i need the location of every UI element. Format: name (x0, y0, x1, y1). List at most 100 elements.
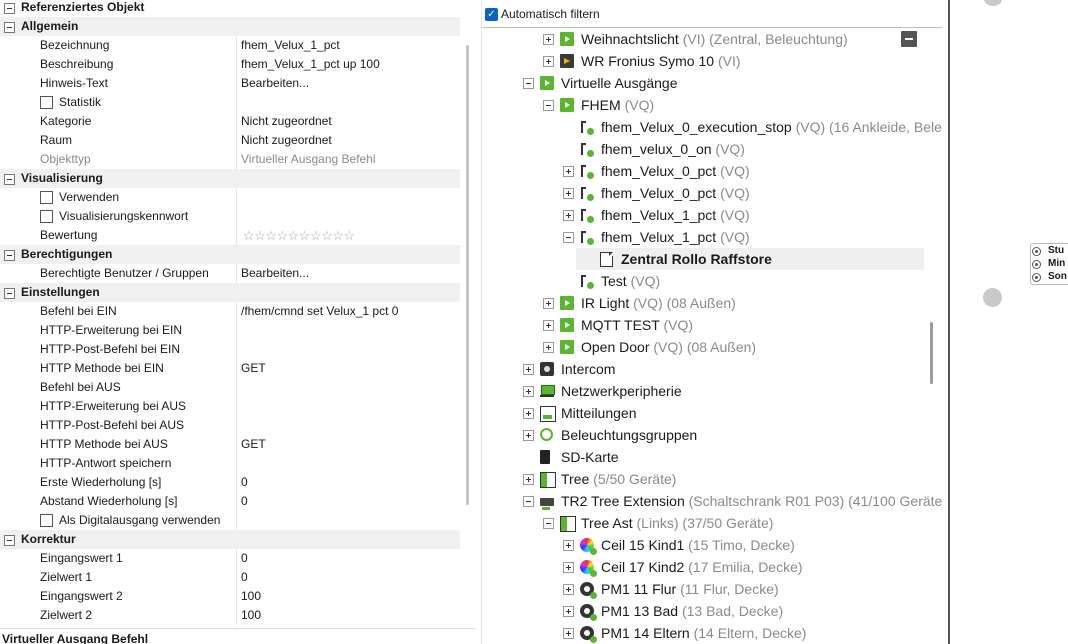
category-einstellungen[interactable]: Einstellungen (0, 283, 460, 302)
port-pin-icon[interactable] (1032, 273, 1041, 282)
property-value[interactable]: Bearbeiten... (241, 264, 460, 283)
column-divider[interactable] (236, 55, 237, 74)
rating-stars[interactable]: ☆☆☆☆☆☆☆☆☆☆ (243, 226, 355, 245)
property-row[interactable]: HTTP Methode bei AUS GET (0, 435, 460, 454)
column-divider[interactable] (236, 93, 237, 112)
port-pin-icon[interactable] (1032, 260, 1041, 269)
column-divider[interactable] (236, 416, 237, 435)
property-value[interactable]: Bearbeiten... (241, 74, 460, 93)
column-divider[interactable] (236, 492, 237, 511)
column-divider[interactable] (236, 36, 237, 55)
expand-icon[interactable] (523, 386, 534, 397)
property-row[interactable]: Befehl bei AUS (0, 378, 460, 397)
expand-icon[interactable] (543, 298, 554, 309)
column-divider[interactable] (236, 264, 237, 283)
column-divider[interactable] (236, 606, 237, 625)
program-canvas[interactable]: Stu Min Son (948, 0, 1068, 644)
port-pin-icon[interactable] (1032, 247, 1041, 256)
property-row[interactable]: Eingangswert 1 0 (0, 549, 460, 568)
connection-node[interactable] (983, 288, 1002, 307)
expand-icon[interactable] (543, 320, 554, 331)
property-row[interactable]: HTTP-Antwort speichern (0, 454, 460, 473)
collapse-icon[interactable] (4, 250, 15, 261)
auto-filter-label[interactable]: Automatisch filtern (501, 7, 600, 21)
property-value[interactable]: 100 (241, 606, 460, 625)
property-row[interactable]: Berechtigte Benutzer / Gruppen Bearbeiten… (0, 264, 460, 283)
property-row[interactable]: HTTP Methode bei EIN GET (0, 359, 460, 378)
property-row[interactable]: Eingangswert 2 100 (0, 587, 460, 606)
property-row[interactable]: HTTP-Post-Befehl bei EIN (0, 340, 460, 359)
collapse-icon[interactable] (4, 174, 15, 185)
property-row[interactable]: Kategorie Nicht zugeordnet (0, 112, 460, 131)
property-row[interactable]: Statistik (0, 93, 460, 112)
collapse-icon[interactable] (543, 518, 554, 529)
property-value[interactable]: fhem_Velux_1_pct (241, 36, 460, 55)
property-value[interactable]: Nicht zugeordnet (241, 112, 460, 131)
property-grid-scrollbar[interactable] (466, 45, 469, 505)
block-input-port[interactable]: Stu (1032, 245, 1068, 257)
property-row[interactable]: Zielwert 2 100 (0, 606, 460, 625)
column-divider[interactable] (236, 340, 237, 359)
expand-icon[interactable] (563, 628, 574, 639)
collapse-icon[interactable] (4, 535, 15, 546)
property-value[interactable]: fhem_Velux_1_pct up 100 (241, 55, 460, 74)
property-value[interactable]: GET (241, 435, 460, 454)
property-row[interactable]: HTTP-Erweiterung bei AUS (0, 397, 460, 416)
property-row[interactable]: Abstand Wiederholung [s] 0 (0, 492, 460, 511)
block-input-port[interactable]: Min (1032, 258, 1068, 270)
column-divider[interactable] (236, 226, 237, 245)
property-value[interactable]: 0 (241, 473, 460, 492)
property-row[interactable]: Befehl bei EIN/fhem/cmnd set Velux_1 pct… (0, 302, 460, 321)
collapse-icon[interactable] (4, 288, 15, 299)
property-row[interactable]: Objekttyp Virtueller Ausgang Befehl (0, 150, 460, 169)
expand-icon[interactable] (563, 584, 574, 595)
tree-scrollbar[interactable] (930, 322, 933, 384)
collapse-icon[interactable] (4, 22, 15, 33)
column-divider[interactable] (236, 587, 237, 606)
column-divider[interactable] (236, 473, 237, 492)
category-allgemein[interactable]: Allgemein (0, 17, 460, 36)
property-row[interactable]: Bezeichnung fhem_Velux_1_pct (0, 36, 460, 55)
connection-node[interactable] (984, 0, 1002, 6)
column-divider[interactable] (236, 74, 237, 93)
expand-icon[interactable] (543, 342, 554, 353)
column-divider[interactable] (236, 454, 237, 473)
column-divider[interactable] (236, 188, 237, 207)
checkbox[interactable] (40, 514, 53, 527)
property-value[interactable]: 100 (241, 587, 460, 606)
property-row[interactable]: Beschreibung fhem_Velux_1_pct up 100 (0, 55, 460, 74)
expand-icon[interactable] (523, 474, 534, 485)
property-row[interactable]: Verwenden (0, 188, 460, 207)
property-row[interactable]: Hinweis-Text Bearbeiten... (0, 74, 460, 93)
column-divider[interactable] (236, 511, 237, 530)
column-divider[interactable] (236, 549, 237, 568)
property-value[interactable]: 0 (241, 549, 460, 568)
column-divider[interactable] (236, 568, 237, 587)
property-row[interactable]: Visualisierungskennwort (0, 207, 460, 226)
expand-icon[interactable] (563, 606, 574, 617)
property-value[interactable]: Virtueller Ausgang Befehl (241, 150, 460, 169)
checkbox[interactable] (40, 210, 53, 223)
category-korrektur[interactable]: Korrektur (0, 530, 460, 549)
expand-icon[interactable] (543, 56, 554, 67)
column-divider[interactable] (236, 302, 237, 321)
property-value[interactable]: GET (241, 359, 460, 378)
property-row[interactable]: Raum Nicht zugeordnet (0, 131, 460, 150)
collapse-icon[interactable] (523, 496, 534, 507)
expand-icon[interactable] (563, 188, 574, 199)
category-berechtigungen[interactable]: Berechtigungen (0, 245, 460, 264)
column-divider[interactable] (236, 150, 237, 169)
collapse-icon[interactable] (4, 3, 15, 14)
root-category[interactable]: Referenziertes Objekt (0, 0, 460, 17)
column-divider[interactable] (236, 321, 237, 340)
collapse-icon[interactable] (543, 100, 554, 111)
property-value[interactable]: 0 (241, 568, 460, 587)
property-row[interactable]: Zielwert 1 0 (0, 568, 460, 587)
property-row[interactable]: Erste Wiederholung [s] 0 (0, 473, 460, 492)
expand-icon[interactable] (523, 408, 534, 419)
checkbox[interactable] (40, 96, 53, 109)
expand-icon[interactable] (523, 364, 534, 375)
expand-icon[interactable] (563, 210, 574, 221)
block-input-port[interactable]: Son (1032, 271, 1068, 283)
property-row[interactable]: HTTP-Erweiterung bei EIN (0, 321, 460, 340)
